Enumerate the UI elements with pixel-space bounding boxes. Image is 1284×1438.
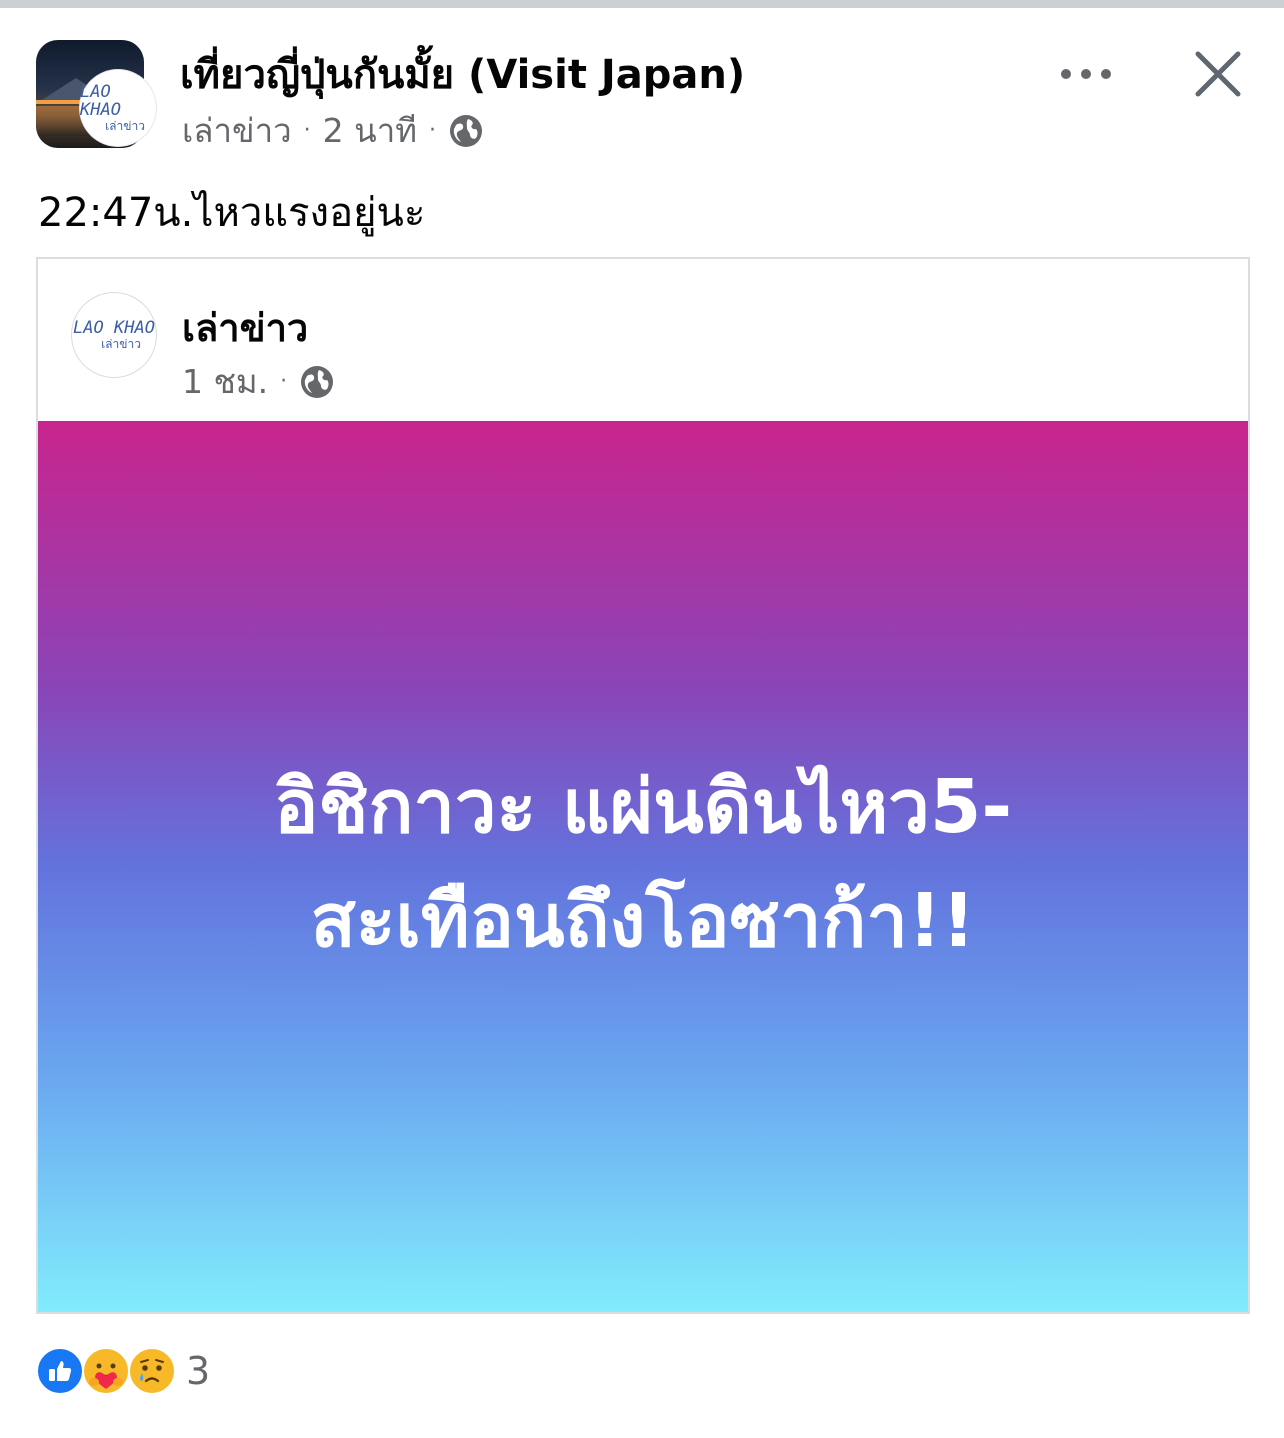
avatar-logo-text: LAO KHAO bbox=[80, 82, 121, 120]
close-button[interactable] bbox=[1190, 46, 1246, 102]
background-text-line2: สะเทือนถึงโอซาก้า!! bbox=[310, 877, 976, 964]
author-name-link[interactable]: เล่าข่าว bbox=[182, 104, 292, 157]
reaction-count: 3 bbox=[186, 1349, 211, 1393]
shared-post-card[interactable]: LAO KHAO เล่าข่าว เล่าข่าว 1 ชม. · อิชิก… bbox=[36, 257, 1250, 1314]
gradient-text-background: อิชิกาวะ แผ่นดินไหว5- สะเทือนถึงโอซาก้า!… bbox=[38, 421, 1248, 1312]
globe-icon bbox=[299, 364, 335, 400]
shared-page-name-link[interactable]: เล่าข่าว bbox=[182, 297, 308, 358]
shared-post-meta: 1 ชม. · bbox=[182, 355, 335, 408]
post-caption: 22:47น.ไหวแรงอยู่นะ bbox=[38, 190, 426, 236]
meta-separator: · bbox=[428, 118, 436, 143]
like-reaction-icon bbox=[36, 1347, 84, 1395]
care-reaction-icon bbox=[82, 1347, 130, 1395]
shared-logo-sub: เล่าข่าว bbox=[101, 337, 141, 351]
shared-post-timestamp[interactable]: 1 ชม. bbox=[182, 355, 268, 408]
background-text-line1: อิชิกาวะ แผ่นดินไหว5- bbox=[273, 763, 1013, 850]
group-name-link[interactable]: เที่ยวญี่ปุ่นกันมั้ย (Visit Japan) bbox=[180, 42, 745, 106]
top-divider bbox=[0, 0, 1284, 8]
shared-post-header: LAO KHAO เล่าข่าว เล่าข่าว 1 ชม. · bbox=[38, 259, 1248, 421]
globe-icon bbox=[448, 113, 484, 149]
close-icon bbox=[1195, 51, 1241, 97]
reactions-summary[interactable]: 3 bbox=[36, 1346, 210, 1396]
post-meta: เล่าข่าว · 2 นาที · bbox=[182, 104, 484, 157]
shared-logo-text: LAO KHAO bbox=[73, 318, 155, 338]
more-options-button[interactable] bbox=[1056, 52, 1116, 96]
shared-page-avatar[interactable]: LAO KHAO เล่าข่าว bbox=[72, 293, 156, 377]
avatar-logo-sub: เล่าข่าว bbox=[105, 119, 145, 133]
more-horizontal-icon bbox=[1061, 69, 1111, 79]
post-timestamp[interactable]: 2 นาที bbox=[323, 104, 417, 157]
author-avatar[interactable]: LAO KHAO เล่าข่าว bbox=[80, 70, 156, 146]
meta-separator: · bbox=[280, 369, 288, 394]
meta-separator: · bbox=[303, 118, 311, 143]
sad-reaction-icon bbox=[128, 1347, 176, 1395]
group-avatar[interactable]: LAO KHAO เล่าข่าว bbox=[36, 40, 156, 150]
